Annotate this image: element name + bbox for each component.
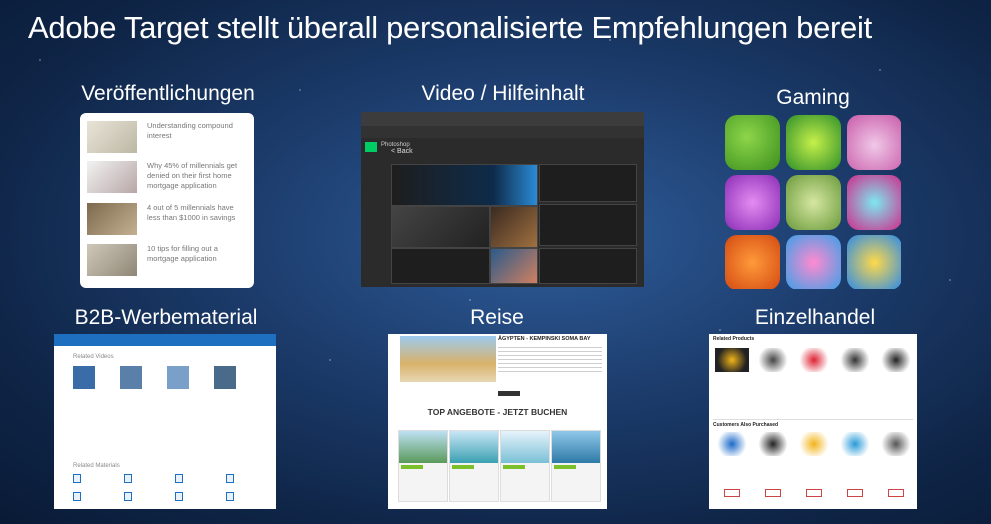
tutorial-tile[interactable] bbox=[391, 164, 538, 206]
travel-panel: ÄGYPTEN - KEMPINSKI SOMA BAY TOP ANGEBOT… bbox=[388, 334, 607, 509]
related-videos-heading: Related Videos bbox=[73, 354, 114, 360]
publications-panel: Understanding compound interest Why 45% … bbox=[80, 113, 254, 288]
toolbar bbox=[361, 126, 644, 138]
tutorial-tile[interactable] bbox=[490, 206, 538, 248]
tutorial-tile[interactable] bbox=[539, 248, 637, 284]
video-thumbnail[interactable] bbox=[167, 366, 189, 389]
section-divider bbox=[713, 419, 913, 420]
product-image[interactable] bbox=[879, 432, 913, 456]
publication-title: 4 out of 5 millennials have less than $1… bbox=[147, 203, 236, 222]
tutorial-tile[interactable] bbox=[391, 248, 490, 284]
publication-thumbnail bbox=[87, 121, 137, 153]
product-image[interactable] bbox=[879, 348, 913, 372]
document-icon[interactable] bbox=[175, 492, 183, 501]
publication-item[interactable]: Why 45% of millennials get denied on the… bbox=[87, 161, 249, 197]
publication-item[interactable]: 10 tips for filling out a mortgage appli… bbox=[87, 244, 249, 280]
slide-title: Adobe Target stellt überall personalisie… bbox=[28, 10, 872, 45]
game-app-icon[interactable] bbox=[786, 115, 841, 170]
site-navbar bbox=[54, 334, 276, 346]
publication-title: Why 45% of millennials get denied on the… bbox=[147, 161, 238, 190]
document-icon[interactable] bbox=[73, 474, 81, 483]
label-video: Video / Hilfeinhalt bbox=[421, 82, 585, 105]
document-icon[interactable] bbox=[124, 492, 132, 501]
offer-card-tag bbox=[503, 465, 525, 469]
document-icon[interactable] bbox=[226, 492, 234, 501]
product-image[interactable] bbox=[797, 432, 831, 456]
game-app-icon[interactable] bbox=[786, 175, 841, 230]
game-app-icon[interactable] bbox=[786, 235, 841, 289]
publication-thumbnail bbox=[87, 244, 137, 276]
game-app-icon[interactable] bbox=[847, 175, 901, 230]
product-image[interactable] bbox=[715, 432, 749, 456]
b2b-panel: Related Videos Related Materials bbox=[54, 334, 276, 509]
product-image[interactable] bbox=[756, 432, 790, 456]
label-publications: Veröffentlichungen bbox=[81, 82, 255, 105]
label-retail: Einzelhandel bbox=[754, 306, 876, 329]
tutorial-tile[interactable] bbox=[391, 206, 490, 248]
document-icon[interactable] bbox=[124, 474, 132, 483]
product-image[interactable] bbox=[797, 348, 831, 372]
offer-card-image bbox=[552, 431, 600, 463]
offer-headline: ÄGYPTEN - KEMPINSKI SOMA BAY bbox=[498, 336, 591, 342]
offer-card-image bbox=[399, 431, 447, 463]
top-offers-heading: TOP ANGEBOTE - JETZT BUCHEN bbox=[427, 407, 568, 417]
offer-card[interactable] bbox=[500, 430, 550, 502]
offer-card[interactable] bbox=[449, 430, 499, 502]
video-thumbnail[interactable] bbox=[214, 366, 236, 389]
tutorial-tile[interactable] bbox=[539, 204, 637, 246]
label-b2b: B2B-Werbematerial bbox=[74, 306, 258, 329]
tutorial-tile[interactable] bbox=[490, 248, 538, 284]
add-to-cart-button[interactable] bbox=[806, 489, 822, 497]
publication-title: 10 tips for filling out a mortgage appli… bbox=[147, 244, 218, 263]
window-titlebar bbox=[361, 112, 644, 126]
offer-card-tag bbox=[554, 465, 576, 469]
publication-thumbnail bbox=[87, 203, 137, 235]
video-help-panel: Photoshop < Back bbox=[361, 112, 644, 287]
game-app-icon[interactable] bbox=[725, 235, 780, 289]
hotel-photo bbox=[400, 336, 496, 382]
add-to-cart-button[interactable] bbox=[765, 489, 781, 497]
offer-button[interactable] bbox=[498, 391, 520, 396]
related-products-heading: Related Products bbox=[713, 336, 755, 342]
document-icon[interactable] bbox=[226, 474, 234, 483]
customers-also-heading: Customers Also Purchased bbox=[713, 422, 779, 428]
gaming-panel bbox=[725, 115, 901, 289]
game-app-icon[interactable] bbox=[847, 235, 901, 289]
document-icon[interactable] bbox=[175, 474, 183, 483]
label-gaming: Gaming bbox=[776, 86, 850, 109]
game-app-icon[interactable] bbox=[847, 115, 901, 170]
game-app-icon[interactable] bbox=[725, 175, 780, 230]
add-to-cart-button[interactable] bbox=[847, 489, 863, 497]
photoshop-icon bbox=[365, 142, 377, 152]
publication-thumbnail bbox=[87, 161, 137, 193]
offer-card-tag bbox=[401, 465, 423, 469]
offer-description bbox=[498, 344, 602, 372]
product-image[interactable] bbox=[838, 348, 872, 372]
offer-card[interactable] bbox=[398, 430, 448, 502]
offer-card[interactable] bbox=[551, 430, 601, 502]
back-link[interactable]: < Back bbox=[391, 148, 413, 155]
add-to-cart-button[interactable] bbox=[888, 489, 904, 497]
offer-card-tag bbox=[452, 465, 474, 469]
product-image[interactable] bbox=[715, 348, 749, 372]
add-to-cart-button[interactable] bbox=[724, 489, 740, 497]
offer-card-image bbox=[501, 431, 549, 463]
publication-item[interactable]: Understanding compound interest bbox=[87, 121, 249, 157]
retail-panel: Related Products Customers Also Purchase… bbox=[709, 334, 917, 509]
product-image[interactable] bbox=[756, 348, 790, 372]
game-app-icon[interactable] bbox=[725, 115, 780, 170]
offer-card-image bbox=[450, 431, 498, 463]
tutorial-tile[interactable] bbox=[539, 164, 637, 202]
document-icon[interactable] bbox=[73, 492, 81, 501]
related-materials-heading: Related Materials bbox=[73, 463, 120, 469]
publication-item[interactable]: 4 out of 5 millennials have less than $1… bbox=[87, 203, 249, 239]
label-travel: Reise bbox=[470, 306, 524, 329]
product-image[interactable] bbox=[838, 432, 872, 456]
video-thumbnail[interactable] bbox=[120, 366, 142, 389]
publication-title: Understanding compound interest bbox=[147, 121, 233, 140]
video-thumbnail[interactable] bbox=[73, 366, 95, 389]
